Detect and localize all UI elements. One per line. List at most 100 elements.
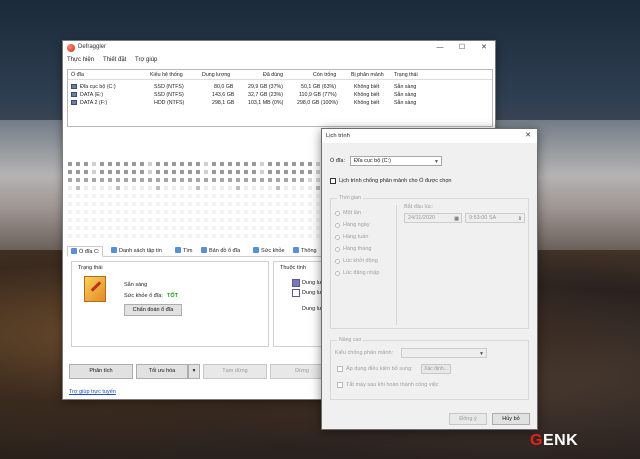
cancel-button[interactable]: Hủy bỏ — [492, 413, 530, 425]
drive-map-block — [91, 169, 97, 175]
drive-map-block — [291, 209, 297, 215]
drive-map-block — [195, 225, 201, 231]
col-drive[interactable]: Ổ đĩa — [71, 72, 84, 78]
drive-map-block — [219, 233, 225, 239]
col-status[interactable]: Trạng thái — [394, 72, 418, 78]
drive-map-block — [291, 161, 297, 167]
drive-map-block — [147, 217, 153, 223]
analyze-button[interactable]: Phân tích — [69, 364, 133, 379]
drive-map-block — [147, 177, 153, 183]
drive-map-block — [259, 209, 265, 215]
drive-map-block — [259, 169, 265, 175]
drive-map-block — [131, 217, 137, 223]
drive-map-block — [275, 161, 281, 167]
drive-map-block — [91, 161, 97, 167]
window-title: Defraggler — [78, 44, 107, 50]
menu-action[interactable]: Thực hiện — [67, 57, 94, 63]
drive-map-block — [211, 185, 217, 191]
drive-map-block — [219, 193, 225, 199]
drive-map-block — [283, 161, 289, 167]
col-fragmented[interactable]: Bị phân mảnh — [351, 72, 384, 78]
drive-row[interactable]: Đĩa cục bộ (C:) SSD (NTFS) 80,0 GB 29,9 … — [68, 83, 492, 91]
col-capacity[interactable]: Dung lượng — [202, 72, 230, 78]
tab-file-list[interactable]: Danh sách tập tin — [111, 246, 162, 257]
drive-map-block — [235, 177, 241, 183]
drive-map-block — [291, 225, 297, 231]
drive-map-block — [99, 209, 105, 215]
start-time-input[interactable]: 9:53:00 SA ⇕ — [465, 213, 525, 223]
minimize-button[interactable]: — — [429, 41, 451, 55]
drive-map-block — [187, 233, 193, 239]
check-drive-button[interactable]: Chẩn đoán ổ đĩa — [124, 304, 182, 316]
drive-map-block — [203, 233, 209, 239]
drive-map-block — [115, 225, 121, 231]
menu-help[interactable]: Trợ giúp — [135, 57, 157, 63]
drive-map-block — [243, 161, 249, 167]
maximize-button[interactable]: ☐ — [451, 41, 473, 55]
col-free[interactable]: Còn trống — [313, 72, 336, 78]
tab-info[interactable]: Thông — [293, 246, 317, 257]
drive-map-block — [259, 161, 265, 167]
drive-map-block — [299, 233, 305, 239]
col-filesystem[interactable]: Kiểu hệ thống — [150, 72, 183, 78]
close-button[interactable]: ✕ — [473, 41, 495, 55]
col-used[interactable]: Đã dùng — [263, 72, 283, 78]
drive-map-block — [195, 177, 201, 183]
status-panel: Trạng thái Sẵn sàng Sức khỏe ổ đĩa: TỐT … — [71, 261, 269, 347]
pause-button[interactable]: Tạm dừng — [203, 364, 267, 379]
radio-weekly[interactable] — [335, 235, 340, 240]
drive-list-header: Ổ đĩa Kiểu hệ thống Dung lượng Đã dùng C… — [68, 70, 492, 80]
drive-map-block — [171, 177, 177, 183]
radio-logon[interactable] — [335, 271, 340, 276]
drive-map-block — [83, 185, 89, 191]
shutdown-checkbox[interactable] — [337, 382, 343, 388]
drive-fragmented: Không biết — [354, 84, 380, 90]
time-group-divider — [396, 205, 397, 325]
menu-settings[interactable]: Thiết đặt — [103, 57, 126, 63]
drive-map-block — [235, 193, 241, 199]
drive-map-block — [283, 177, 289, 183]
drive-map-block — [67, 217, 73, 223]
drive-map-block — [227, 169, 233, 175]
online-help-link[interactable]: Trợ giúp trực tuyến — [69, 389, 116, 395]
drive-map-block — [115, 209, 121, 215]
drive-map-block — [195, 193, 201, 199]
drive-select[interactable]: Đĩa cục bộ (C:) ▼ — [350, 156, 442, 166]
schedule-checkbox[interactable] — [330, 178, 336, 184]
radio-daily[interactable] — [335, 223, 340, 228]
tab-search[interactable]: Tìm — [175, 246, 192, 257]
drive-map-block — [99, 225, 105, 231]
ok-button[interactable]: Đồng ý — [449, 413, 487, 425]
defrag-type-select[interactable]: ▼ — [401, 348, 487, 358]
drive-map-block — [267, 161, 273, 167]
drive-map-block — [235, 161, 241, 167]
radio-once[interactable] — [335, 211, 340, 216]
drive-map-block — [83, 161, 89, 167]
drive-icon — [71, 100, 77, 105]
drive-map-block — [83, 169, 89, 175]
drive-map-block — [227, 161, 233, 167]
drive-map-block — [131, 201, 137, 207]
tab-drive[interactable]: Ổ đĩa C: — [67, 246, 104, 257]
tab-health[interactable]: Sức khỏe — [253, 246, 285, 257]
drive-map-block — [91, 177, 97, 183]
genk-g: G — [530, 432, 543, 449]
drive-map-block — [67, 193, 73, 199]
drive-map-block — [187, 225, 193, 231]
drive-map-block — [211, 161, 217, 167]
drive-row[interactable]: DATA 2 (F:) HDD (NTFS) 298,1 GB 103,1 MB… — [68, 99, 492, 107]
drive-map-block — [211, 217, 217, 223]
optimize-button[interactable]: Tối ưu hóa — [136, 364, 188, 379]
tab-drive-map[interactable]: Bản đồ ổ đĩa — [201, 246, 240, 257]
radio-monthly[interactable] — [335, 247, 340, 252]
define-conditions-button[interactable]: Xác định... — [421, 364, 451, 374]
optimize-dropdown-chevron-down-icon[interactable]: ▾ — [188, 364, 200, 379]
drive-map-block — [75, 161, 81, 167]
drive-map-block — [203, 225, 209, 231]
drive-map-block — [283, 233, 289, 239]
drive-row[interactable]: DATA (E:) SSD (NTFS) 143,6 GB 32,7 GB (2… — [68, 91, 492, 99]
radio-startup[interactable] — [335, 259, 340, 264]
dialog-close-icon[interactable]: ✕ — [521, 130, 535, 142]
extra-conditions-checkbox[interactable] — [337, 366, 343, 372]
start-date-input[interactable]: 24/11/2020 ▦ — [404, 213, 462, 223]
